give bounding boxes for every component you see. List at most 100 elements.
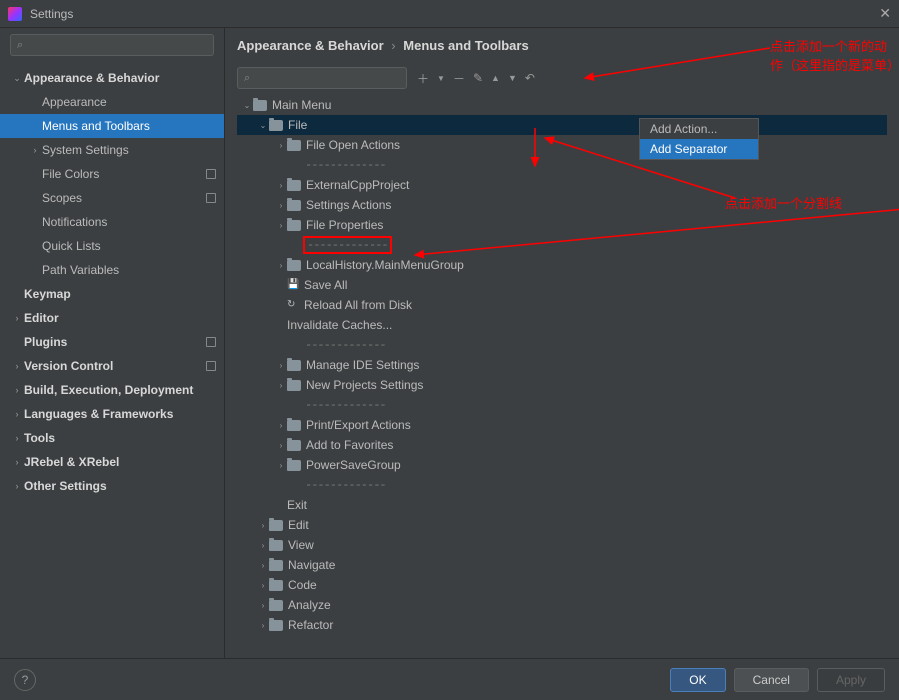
menu-tree-item[interactable]: ›PowerSaveGroup — [237, 455, 887, 475]
folder-icon — [287, 140, 301, 151]
sidebar-item[interactable]: ›JRebel & XRebel — [0, 450, 224, 474]
dropdown-add-action[interactable]: Add Action... — [640, 119, 758, 139]
menu-tree-item[interactable]: ›Code — [237, 575, 887, 595]
menu-tree-item[interactable]: Exit — [237, 495, 887, 515]
menu-tree-label: PowerSaveGroup — [306, 458, 401, 472]
move-up-icon[interactable]: ▲ — [491, 73, 500, 83]
sidebar-item[interactable]: File Colors — [0, 162, 224, 186]
breadcrumb: Appearance & Behavior › Menus and Toolba… — [225, 28, 899, 67]
sidebar-item[interactable]: Quick Lists — [0, 234, 224, 258]
sidebar-item-label: Version Control — [24, 359, 206, 373]
apply-button[interactable]: Apply — [817, 668, 885, 692]
reload-icon: ↻ — [287, 299, 299, 311]
folder-icon — [287, 440, 301, 451]
menu-tree-item[interactable]: ↻Reload All from Disk — [237, 295, 887, 315]
sidebar-search-input[interactable] — [26, 38, 207, 52]
sidebar-item-label: System Settings — [42, 143, 216, 157]
sidebar-item-label: Path Variables — [42, 263, 216, 277]
sidebar-item[interactable]: ›Editor — [0, 306, 224, 330]
folder-icon — [269, 560, 283, 571]
chevron-icon: › — [257, 601, 269, 610]
menu-tree-item[interactable]: ------------- — [237, 395, 887, 415]
menu-tree-label: ------------- — [305, 338, 386, 352]
chevron-down-icon[interactable]: ▼ — [437, 74, 445, 83]
close-icon[interactable]: ✕ — [879, 5, 891, 22]
sidebar-search[interactable]: ⌕ — [10, 34, 214, 56]
sidebar-item[interactable]: Notifications — [0, 210, 224, 234]
menu-tree-item[interactable]: ›Refactor — [237, 615, 887, 635]
menu-tree-item[interactable]: ⌄File — [237, 115, 887, 135]
menu-tree-item[interactable]: ›New Projects Settings — [237, 375, 887, 395]
menu-tree-label: File Properties — [306, 218, 383, 232]
chevron-icon: › — [275, 441, 287, 450]
remove-icon[interactable]: － — [453, 70, 465, 87]
sidebar-item-label: Plugins — [24, 335, 206, 349]
menu-tree-item[interactable]: ›Settings Actions — [237, 195, 887, 215]
sidebar-item[interactable]: ›Tools — [0, 426, 224, 450]
sidebar-item[interactable]: ›Other Settings — [0, 474, 224, 498]
content-search[interactable]: ⌕ — [237, 67, 407, 89]
menu-tree-item[interactable]: 💾Save All — [237, 275, 887, 295]
chevron-icon: › — [10, 433, 24, 443]
menu-tree-label: Edit — [288, 518, 309, 532]
menu-tree-item[interactable]: › File Properties — [237, 215, 887, 235]
menu-tree-item[interactable]: ›Print/Export Actions — [237, 415, 887, 435]
folder-icon — [269, 600, 283, 611]
sidebar-item[interactable]: Plugins — [0, 330, 224, 354]
sidebar-item[interactable]: ›Languages & Frameworks — [0, 402, 224, 426]
chevron-icon: › — [275, 221, 287, 230]
sidebar-item[interactable]: Keymap — [0, 282, 224, 306]
menu-tree-item[interactable]: ------------- — [237, 335, 887, 355]
chevron-icon: › — [257, 621, 269, 630]
menu-tree-item[interactable]: › Edit — [237, 515, 887, 535]
reset-icon[interactable]: ↶ — [525, 71, 535, 85]
menu-tree-item[interactable]: ›Analyze — [237, 595, 887, 615]
content-search-input[interactable] — [253, 71, 408, 85]
menu-tree-item[interactable]: ›Add to Favorites — [237, 435, 887, 455]
menu-tree-item[interactable]: ›Manage IDE Settings — [237, 355, 887, 375]
add-icon[interactable]: ＋ — [417, 70, 429, 87]
sidebar-item[interactable]: Path Variables — [0, 258, 224, 282]
sidebar-item[interactable]: ›System Settings — [0, 138, 224, 162]
folder-icon — [287, 380, 301, 391]
chevron-icon: › — [257, 521, 269, 530]
chevron-icon: › — [257, 581, 269, 590]
move-down-icon[interactable]: ▼ — [508, 73, 517, 83]
menu-tree-item[interactable]: ›Navigate — [237, 555, 887, 575]
chevron-icon: › — [10, 481, 24, 491]
menu-tree-item[interactable]: ------------- — [237, 475, 887, 495]
menu-tree-item[interactable]: Invalidate Caches... — [237, 315, 887, 335]
menu-tree-item[interactable]: ------------- — [237, 155, 887, 175]
sidebar-tree: ⌄Appearance & BehaviorAppearance Menus an… — [0, 62, 224, 658]
sidebar-item[interactable]: Appearance — [0, 90, 224, 114]
menu-tree-item[interactable]: ›LocalHistory.MainMenuGroup — [237, 255, 887, 275]
breadcrumb-root[interactable]: Appearance & Behavior — [237, 38, 384, 53]
menu-tree-item[interactable]: ›ExternalCppProject — [237, 175, 887, 195]
chevron-icon: › — [10, 409, 24, 419]
cancel-button[interactable]: Cancel — [734, 668, 809, 692]
menu-tree-label: ------------- — [305, 398, 386, 412]
sidebar-item-label: File Colors — [42, 167, 206, 181]
menu-tree-label: File Open Actions — [306, 138, 400, 152]
menu-tree-item[interactable]: › File Open Actions — [237, 135, 887, 155]
edit-icon[interactable]: ✎ — [473, 71, 483, 85]
folder-icon — [269, 540, 283, 551]
menu-tree-item[interactable]: ⌄Main Menu — [237, 95, 887, 115]
ok-button[interactable]: OK — [670, 668, 725, 692]
sidebar-item[interactable]: ⌄Appearance & Behavior — [0, 66, 224, 90]
dropdown-add-separator[interactable]: Add Separator — [640, 139, 758, 159]
app-logo-icon — [8, 7, 22, 21]
project-badge-icon — [206, 361, 216, 371]
menu-tree-label: LocalHistory.MainMenuGroup — [306, 258, 464, 272]
chevron-icon: › — [275, 141, 287, 150]
help-button[interactable]: ? — [14, 669, 36, 691]
chevron-icon: › — [10, 313, 24, 323]
sidebar-item[interactable]: ›Version Control — [0, 354, 224, 378]
folder-icon — [287, 460, 301, 471]
sidebar-item[interactable]: Scopes — [0, 186, 224, 210]
sidebar-item[interactable]: ›Build, Execution, Deployment — [0, 378, 224, 402]
sidebar-item-label: Menus and Toolbars — [42, 119, 216, 133]
menu-tree-item[interactable]: ------------- — [237, 235, 887, 255]
menu-tree-item[interactable]: ›View — [237, 535, 887, 555]
sidebar-item[interactable]: Menus and Toolbars — [0, 114, 224, 138]
